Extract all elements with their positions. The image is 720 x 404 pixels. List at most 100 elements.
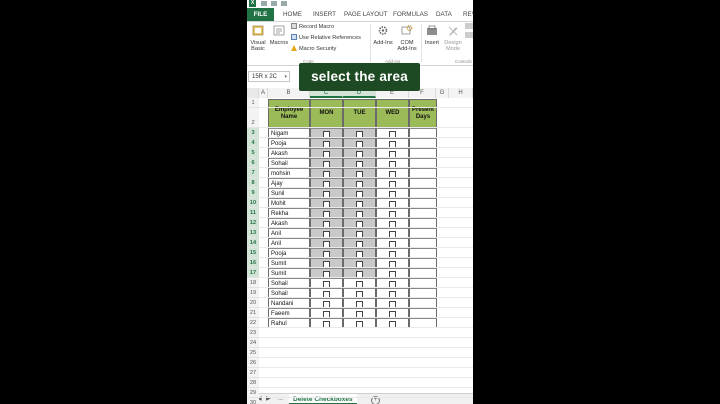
tab-home[interactable]: HOME [283, 8, 302, 21]
visual-basic-button[interactable]: Visual Basic [248, 25, 268, 53]
redo-icon[interactable] [281, 1, 287, 6]
row-header-17[interactable]: 17 [247, 268, 259, 278]
toolbox-icon [427, 25, 437, 35]
row-gridline [259, 347, 473, 348]
row-gridline [259, 317, 473, 318]
row-gridline [259, 327, 473, 328]
tab-review[interactable]: REV [463, 8, 473, 21]
quick-access-toolbar: X [247, 0, 473, 8]
row-header-28[interactable]: 28 [247, 378, 259, 388]
row-gridline [259, 267, 473, 268]
com-add-ins-button[interactable]: COM Add-Ins [396, 25, 418, 53]
row-header-11[interactable]: 11 [247, 208, 259, 218]
tab-page-layout[interactable]: PAGE LAYOUT [344, 8, 388, 21]
row-header-5[interactable]: 5 [247, 148, 259, 158]
tab-file[interactable]: FILE [247, 8, 274, 21]
row-gridline [259, 227, 473, 228]
row-header-10[interactable]: 10 [247, 198, 259, 208]
tab-data[interactable]: DATA [436, 8, 452, 21]
macro-security-button[interactable]: Macro Security [291, 45, 336, 53]
use-relative-references-button[interactable]: Use Relative References [291, 34, 361, 42]
row-gridline [259, 167, 473, 168]
row-header-13[interactable]: 13 [247, 228, 259, 238]
macros-button[interactable]: Macros [269, 25, 289, 46]
tab-formulas[interactable]: FORMULAS [393, 8, 428, 21]
row-gridline [259, 237, 473, 238]
row-header-24[interactable]: 24 [247, 338, 259, 348]
com-add-ins-icon [401, 25, 413, 35]
caption-overlay: select the area [299, 63, 420, 91]
undo-icon[interactable] [271, 1, 277, 6]
developer-ribbon: Visual Basic Macros Record Macro Use Rel… [247, 22, 473, 66]
row-gridline [259, 137, 473, 138]
row-gridline [259, 277, 473, 278]
select-all-corner[interactable] [247, 88, 259, 98]
visual-basic-icon [252, 25, 264, 36]
record-macro-button[interactable]: Record Macro [291, 23, 334, 31]
record-icon [291, 23, 297, 29]
add-ins-button[interactable]: Add-Ins [372, 25, 394, 46]
row-gridline [259, 397, 473, 398]
group-controls-label: Controls [455, 59, 472, 64]
row-gridline [259, 207, 473, 208]
relative-references-icon [291, 34, 297, 40]
column-header-h[interactable]: H [449, 88, 473, 98]
row-header-15[interactable]: 15 [247, 248, 259, 258]
row-gridline [259, 357, 473, 358]
row-header-25[interactable]: 25 [247, 348, 259, 358]
design-mode-button[interactable]: Design Mode [443, 25, 463, 53]
row-header-29[interactable]: 29 [247, 388, 259, 398]
design-mode-icon [448, 26, 458, 36]
row-header-2[interactable]: 2 [247, 108, 259, 128]
row-header-19[interactable]: 19 [247, 288, 259, 298]
row-gridline [259, 157, 473, 158]
row-header-3[interactable]: 3 [247, 128, 259, 138]
save-icon[interactable] [261, 1, 267, 6]
macros-icon [273, 25, 285, 36]
row-gridline [259, 127, 473, 128]
group-separator [370, 24, 371, 62]
warning-icon [291, 45, 297, 51]
row-header-7[interactable]: 7 [247, 168, 259, 178]
row-gridline [259, 187, 473, 188]
row-header-20[interactable]: 20 [247, 298, 259, 308]
row-gridline [259, 367, 473, 368]
row-gridline [259, 247, 473, 248]
row-header-14[interactable]: 14 [247, 238, 259, 248]
row-header-30[interactable]: 30 [247, 398, 259, 404]
column-header-g[interactable]: G [436, 88, 449, 98]
row-header-16[interactable]: 16 [247, 258, 259, 268]
row-gridline [259, 147, 473, 148]
sheet-tab-bar: ◀ ▶ ... Delete Checkboxes + [247, 393, 473, 404]
column-header-a[interactable]: A [259, 88, 268, 98]
name-box[interactable]: 15R x 2C ▾ [248, 71, 290, 82]
row-header-6[interactable]: 6 [247, 158, 259, 168]
sheet-nav-next-icon[interactable]: ▶ [266, 394, 271, 404]
row-gridline [259, 177, 473, 178]
row-header-27[interactable]: 27 [247, 368, 259, 378]
sheet-nav-more[interactable]: ... [278, 394, 283, 404]
chevron-down-icon[interactable]: ▾ [284, 72, 287, 83]
row-header-22[interactable]: 22 [247, 318, 259, 328]
tab-insert[interactable]: INSERT [313, 8, 336, 21]
row-header-4[interactable]: 4 [247, 138, 259, 148]
row-header-8[interactable]: 8 [247, 178, 259, 188]
row-header-26[interactable]: 26 [247, 358, 259, 368]
row-header-23[interactable]: 23 [247, 328, 259, 338]
row-gridline [259, 377, 473, 378]
excel-window: X FILE HOME INSERT PAGE LAYOUT FORMULAS … [247, 0, 473, 404]
row-gridline [259, 387, 473, 388]
sheet-tab-delete-checkboxes[interactable]: Delete Checkboxes [289, 394, 357, 404]
row-gridline [259, 257, 473, 258]
view-code-icon[interactable] [465, 32, 473, 38]
properties-icon[interactable] [465, 23, 473, 29]
row-gridline [259, 337, 473, 338]
row-header-1[interactable]: 1 [247, 98, 259, 108]
row-gridline [259, 197, 473, 198]
insert-control-button[interactable]: Insert [423, 25, 441, 46]
row-header-9[interactable]: 9 [247, 188, 259, 198]
row-header-12[interactable]: 12 [247, 218, 259, 228]
row-header-18[interactable]: 18 [247, 278, 259, 288]
row-header-21[interactable]: 21 [247, 308, 259, 318]
mon-header: MON [310, 99, 343, 128]
